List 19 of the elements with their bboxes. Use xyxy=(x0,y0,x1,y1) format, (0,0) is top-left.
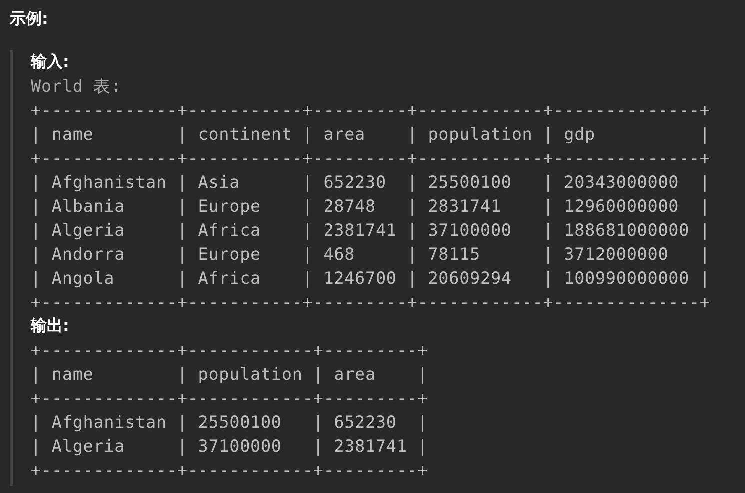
ascii-table-line: +-------------+------------+---------+ xyxy=(31,459,428,482)
ascii-table-line: +-------------+-----------+---------+------------+--------------+ xyxy=(31,99,710,122)
ascii-table-line: | Algeria | 37100000 | 2381741 | xyxy=(31,435,428,458)
ascii-table-line: +-------------+-----------+---------+------------+--------------+ xyxy=(31,147,710,170)
ascii-table-line: | Angola | Africa | 1246700 | 20609294 | 100990000000 | xyxy=(31,267,710,290)
ascii-table-line: | Afghanistan | 25500100 | 652230 | xyxy=(31,411,428,434)
ascii-table-line: +-------------+-----------+---------+------------+--------------+ xyxy=(31,291,710,314)
ascii-table-line: | Andorra | Europe | 468 | 78115 | 3712000000 | xyxy=(31,243,710,266)
ascii-table-line: | name | continent | area | population | gdp | xyxy=(31,123,710,146)
table-caption: World 表: xyxy=(31,75,122,98)
ascii-table-line: | Algeria | Africa | 2381741 | 37100000 | 188681000000 | xyxy=(31,219,710,242)
ascii-table-line: | name | population | area | xyxy=(31,363,428,386)
example-heading: 示例: xyxy=(10,8,48,30)
ascii-table-line: | Afghanistan | Asia | 652230 | 25500100 | 20343000000 | xyxy=(31,171,710,194)
output-label: 输出: xyxy=(31,315,70,337)
ascii-table-line: +-------------+------------+---------+ xyxy=(31,339,428,362)
input-label: 输入: xyxy=(31,51,70,73)
ascii-table-line: +-------------+------------+---------+ xyxy=(31,387,428,410)
ascii-table-line: | Albania | Europe | 28748 | 2831741 | 12960000000 | xyxy=(31,195,710,218)
